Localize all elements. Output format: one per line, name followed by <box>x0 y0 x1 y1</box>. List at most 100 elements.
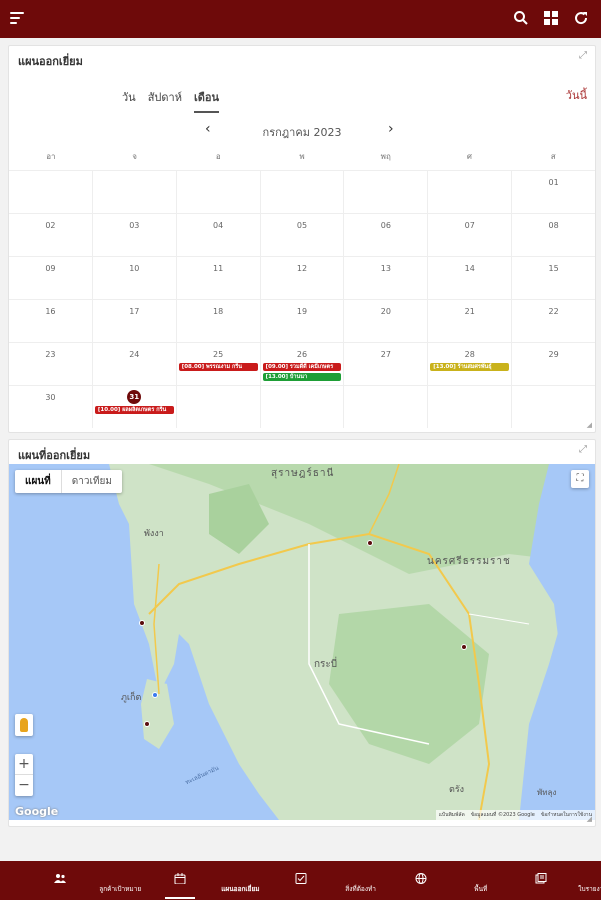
calendar-day-cell[interactable]: 04 <box>177 214 261 256</box>
calendar-event[interactable]: [08.00] พรรณงาม กรีน <box>178 363 258 371</box>
nav-item-globe[interactable]: พื้นที่ <box>361 861 487 900</box>
calendar-day-number: 22 <box>548 307 559 316</box>
street-view-pegman-icon[interactable] <box>15 714 33 736</box>
search-icon[interactable] <box>513 10 529 26</box>
calendar-day-cell[interactable]: 25 [08.00] พรรณงาม กรีน <box>177 343 261 385</box>
resize-handle-icon[interactable]: ◢ <box>587 421 592 429</box>
calendar-day-cell[interactable]: 14 <box>428 257 513 299</box>
map-marker[interactable] <box>461 644 467 650</box>
calendar-day-cell[interactable]: 02 <box>9 214 93 256</box>
calendar-day-cell[interactable]: 21 <box>428 300 513 342</box>
calendar-day-cell[interactable]: 06 <box>344 214 429 256</box>
map-label-phangnga: พังงา <box>144 529 164 539</box>
calendar-day-cell[interactable] <box>344 386 429 428</box>
calendar-day-cell[interactable]: 05 <box>261 214 345 256</box>
calendar-day-cell[interactable]: 10 <box>93 257 177 299</box>
calendar-day-cell[interactable]: 12 <box>261 257 345 299</box>
calendar-day-cell[interactable]: 18 <box>177 300 261 342</box>
calendar-event[interactable]: [13.00] บ้านนา <box>262 373 342 381</box>
calendar-day-cell[interactable]: 17 <box>93 300 177 342</box>
calendar-day-cell[interactable]: 26 [09.00] รวมดีดี เคมีเกษตร [13.00] บ้านน… <box>261 343 345 385</box>
active-tab-indicator <box>165 897 196 899</box>
zoom-in-button[interactable]: + <box>15 754 33 775</box>
grid-icon[interactable] <box>543 10 559 26</box>
calendar-event[interactable]: [13.00] ร้านสมศรพันธุ์ <box>430 363 510 371</box>
fullscreen-icon[interactable]: ⛶ <box>571 470 589 488</box>
calendar-day-cell[interactable]: 27 <box>344 343 429 385</box>
map-card-title: แผนที่ออกเยี่ยม <box>18 449 91 462</box>
nav-item-calendar[interactable]: แผนออกเยี่ยม <box>120 861 260 900</box>
expand-icon[interactable]: ⤢ <box>579 51 589 61</box>
calendar-day-number: 23 <box>45 350 56 359</box>
map-type-satellite-button[interactable]: ดาวเทียม <box>62 470 122 493</box>
calendar-day-number: 19 <box>296 307 308 316</box>
calendar-day-number: 25 <box>213 350 224 359</box>
resize-handle-icon[interactable]: ◢ <box>587 815 592 823</box>
refresh-icon[interactable] <box>573 10 589 26</box>
calendar-day-cell[interactable] <box>261 171 345 213</box>
nav-item-customers[interactable]: ลูกค้าเป้าหมาย <box>0 861 141 900</box>
calendar-day-cell[interactable] <box>512 386 595 428</box>
calendar-week-row: 09 10 11 12 13 14 15 <box>9 256 595 299</box>
map-label-surat: สุราษฎร์ธานี <box>271 468 335 479</box>
checklist-icon <box>295 869 307 884</box>
calendar-day-number: 03 <box>129 221 140 230</box>
chevron-left-icon[interactable]: ‹ <box>205 121 211 137</box>
weekday-label: อา <box>46 152 56 161</box>
calendar-day-cell[interactable]: 23 <box>9 343 93 385</box>
calendar-day-cell[interactable] <box>344 171 429 213</box>
calendar-day-cell[interactable]: 13 <box>344 257 429 299</box>
keyboard-shortcuts-link[interactable]: แป้นพิมพ์ลัด <box>439 811 465 819</box>
calendar-day-cell[interactable]: 28 [13.00] ร้านสมศรพันธุ์ <box>428 343 513 385</box>
calendar-day-cell[interactable] <box>428 171 513 213</box>
tab-day[interactable]: วัน <box>122 88 136 113</box>
map-marker[interactable] <box>139 620 145 626</box>
calendar-day-cell[interactable] <box>9 171 93 213</box>
calendar-day-cell[interactable]: 16 <box>9 300 93 342</box>
google-logo: Google <box>15 805 59 818</box>
calendar-day-cell[interactable]: 19 <box>261 300 345 342</box>
calendar-day-cell[interactable]: 15 <box>512 257 595 299</box>
map-marker[interactable] <box>367 540 373 546</box>
map-label-phatthalung: พัทลุง <box>537 788 557 797</box>
calendar-event[interactable]: [09.00] รวมดีดี เคมีเกษตร <box>262 363 342 371</box>
expand-icon[interactable]: ⤢ <box>579 445 589 455</box>
calendar-day-cell[interactable]: 01 <box>512 171 595 213</box>
tab-week[interactable]: สัปดาห์ <box>148 88 182 113</box>
calendar-day-cell[interactable]: 07 <box>428 214 513 256</box>
calendar-day-cell[interactable] <box>177 386 261 428</box>
calendar-day-cell[interactable]: 03 <box>93 214 177 256</box>
calendar-day-cell[interactable]: 29 <box>512 343 595 385</box>
calendar-event[interactable]: [10.00] ผลผลิตเกษตร กรีน <box>94 406 174 414</box>
zoom-out-button[interactable]: − <box>15 775 33 796</box>
calendar-day-cell[interactable]: 11 <box>177 257 261 299</box>
calendar-day-cell[interactable] <box>428 386 513 428</box>
calendar-day-number: 16 <box>45 307 56 316</box>
calendar-day-cell[interactable]: 24 <box>93 343 177 385</box>
calendar-day-cell[interactable]: 30 <box>9 386 93 428</box>
terms-link[interactable]: ข้อกำหนดในการใช้งาน <box>541 811 592 819</box>
nav-item-report[interactable]: ใบรายงานลูกค้า <box>481 861 601 900</box>
calendar-day-cell[interactable] <box>93 171 177 213</box>
tab-month[interactable]: เดือน <box>193 88 220 113</box>
calendar-day-number: 06 <box>380 221 391 230</box>
map-card: แผนที่ออกเยี่ยม ⤢ แผนที่ ดาวเทียม ⛶ สุรา… <box>8 439 596 827</box>
map-type-map-button[interactable]: แผนที่ <box>15 470 62 493</box>
menu-icon[interactable] <box>10 12 24 24</box>
calendar-day-cell[interactable]: 08 <box>512 214 595 256</box>
calendar-day-cell[interactable]: 20 <box>344 300 429 342</box>
weekday-label: ส <box>550 152 556 161</box>
today-button[interactable]: วันนี้ <box>566 86 587 104</box>
chevron-right-icon[interactable]: › <box>388 121 394 137</box>
calendar-day-cell[interactable]: 09 <box>9 257 93 299</box>
calendar-day-cell[interactable]: 31 [10.00] ผลผลิตเกษตร กรีน <box>93 386 177 428</box>
nav-item-checklist[interactable]: สิ่งที่ต้องทำ <box>240 861 376 900</box>
calendar-day-number: 30 <box>45 393 56 402</box>
calendar-day-cell[interactable]: 22 <box>512 300 595 342</box>
calendar-day-cell[interactable] <box>261 386 345 428</box>
calendar-day-number: 24 <box>129 350 140 359</box>
calendar-day-cell[interactable] <box>177 171 261 213</box>
app-header <box>0 0 601 38</box>
map-marker[interactable] <box>144 721 150 727</box>
map-view[interactable]: แผนที่ ดาวเทียม ⛶ สุราษฎร์ธานี นครศรีธรร… <box>9 464 595 820</box>
